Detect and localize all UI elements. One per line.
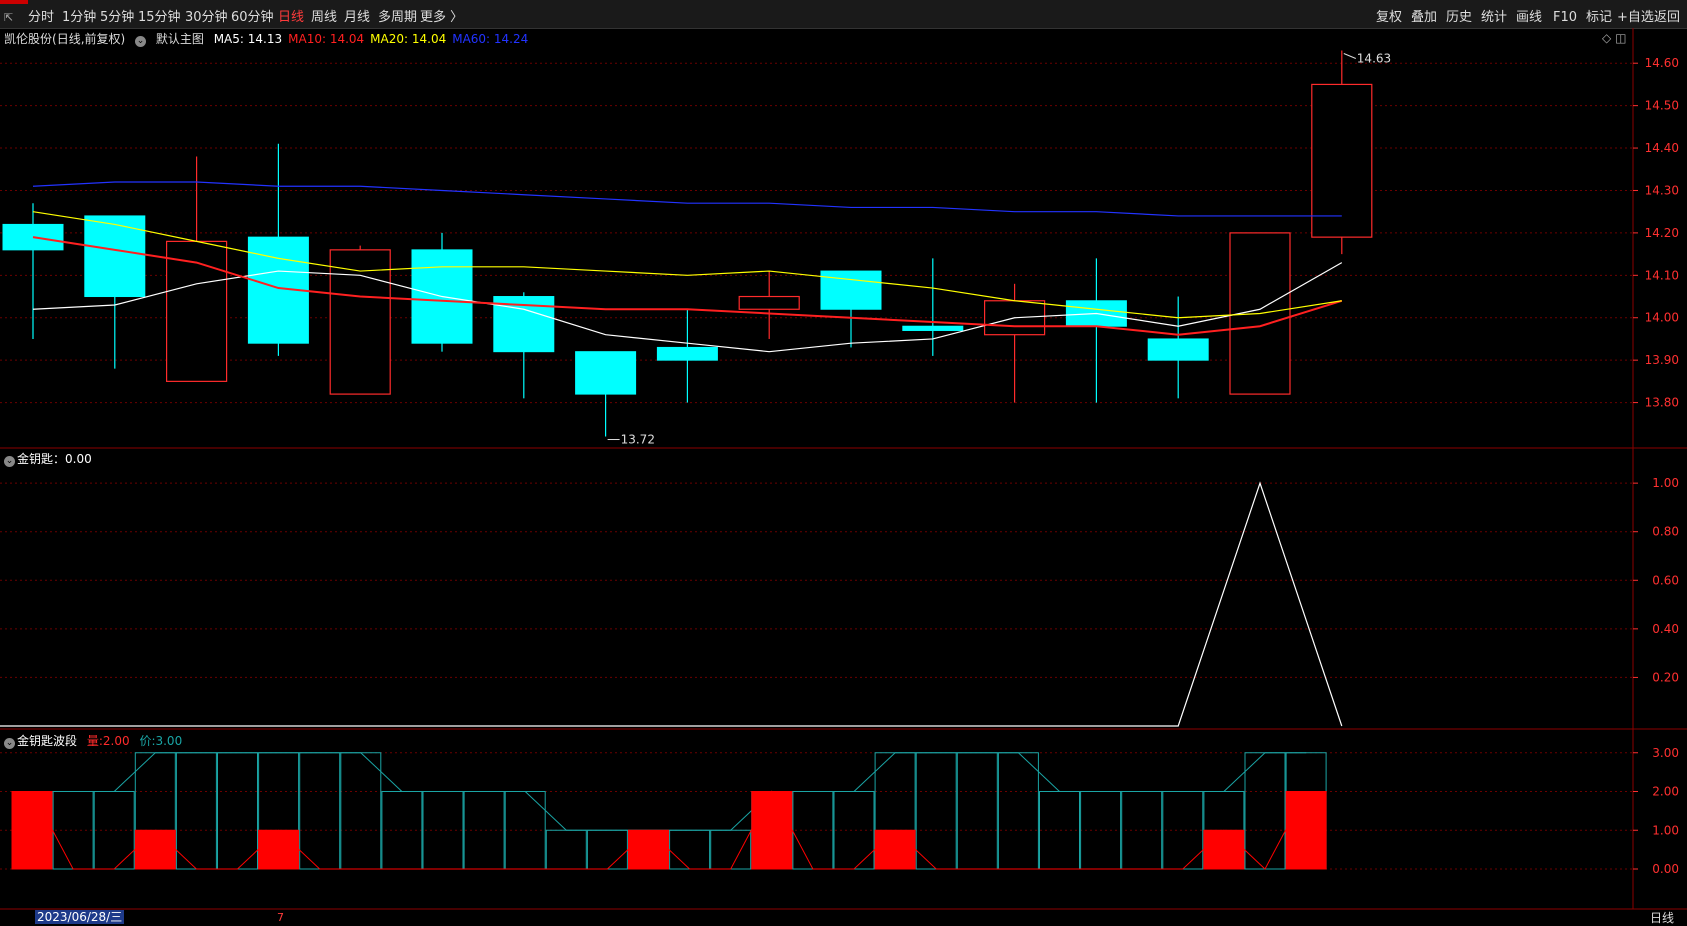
price-wave-bar [217, 752, 258, 870]
price-wave-bar [956, 752, 998, 870]
price-tick-label: 14.40 [1645, 141, 1679, 155]
wave-indicator-tick-label: 2.00 [1652, 785, 1679, 799]
wave-indicator-tick-label: 3.00 [1652, 746, 1679, 760]
price-tick-label: 14.20 [1645, 226, 1679, 240]
price-wave-bar [586, 829, 628, 870]
key-indicator-tick-label: 0.20 [1652, 670, 1679, 684]
candle-body [902, 325, 964, 331]
price-wave-bar [545, 829, 587, 870]
price-wave-bar [1244, 752, 1286, 870]
wave-indicator-tick-label: 0.00 [1652, 862, 1679, 876]
volume-wave-bar [874, 829, 916, 870]
volume-wave-bar [751, 791, 793, 870]
low-price-label: 13.72 [621, 433, 655, 447]
price-tick-label: 14.00 [1645, 311, 1679, 325]
price-wave-bar [175, 752, 217, 870]
cursor-date-label: 2023/06/28/三 [35, 910, 125, 924]
price-tick-label: 14.10 [1645, 268, 1679, 282]
wave-indicator-tick-label: 1.00 [1652, 823, 1679, 837]
volume-wave-bar [1285, 791, 1327, 870]
volume-wave-bar [1203, 829, 1245, 870]
price-wave-bar [997, 752, 1039, 870]
volume-wave-bar [134, 829, 176, 870]
volume-wave-bar [628, 829, 669, 870]
candle-body [575, 351, 637, 395]
ma-line-ma20 [32, 211, 1342, 319]
volume-wave-bar [11, 791, 53, 870]
price-tick-label: 13.80 [1645, 396, 1679, 410]
key-indicator-tick-label: 0.60 [1652, 573, 1679, 587]
price-wave-line [32, 752, 1307, 831]
price-wave-bar [915, 752, 957, 870]
price-tick-label: 14.60 [1645, 56, 1679, 70]
period-label[interactable]: 日线 [1650, 911, 1674, 926]
key-indicator-tick-label: 0.80 [1652, 525, 1679, 539]
chart-canvas[interactable]: 13.80 13.90 14.00 14.10 14.20 14.30 14.40 14.50… [0, 0, 1687, 925]
price-tick-label: 14.30 [1645, 183, 1679, 197]
time-axis-bar [0, 911, 1687, 925]
high-marker-arrow [1343, 53, 1356, 59]
key-indicator-tick-label: 1.00 [1652, 476, 1679, 490]
volume-wave-bar [258, 829, 300, 870]
candle-body [738, 295, 800, 310]
candle-body [84, 215, 146, 298]
price-wave-bar [340, 752, 382, 870]
candle-body [1147, 338, 1209, 361]
price-tick-label: 14.50 [1645, 99, 1679, 113]
price-wave-bar [669, 829, 711, 870]
price-wave-bar [710, 829, 752, 870]
ma-line-ma60 [32, 181, 1342, 217]
month-marker: 7 [277, 911, 284, 924]
key-indicator-tick-label: 0.40 [1652, 622, 1679, 636]
price-wave-bar [299, 752, 341, 870]
price-wave-bar [52, 791, 94, 870]
candle-body [1311, 83, 1373, 238]
high-price-label: 14.63 [1357, 51, 1391, 65]
key-indicator-line [0, 481, 1343, 727]
candle-body [656, 346, 718, 361]
price-tick-label: 13.90 [1645, 353, 1679, 367]
